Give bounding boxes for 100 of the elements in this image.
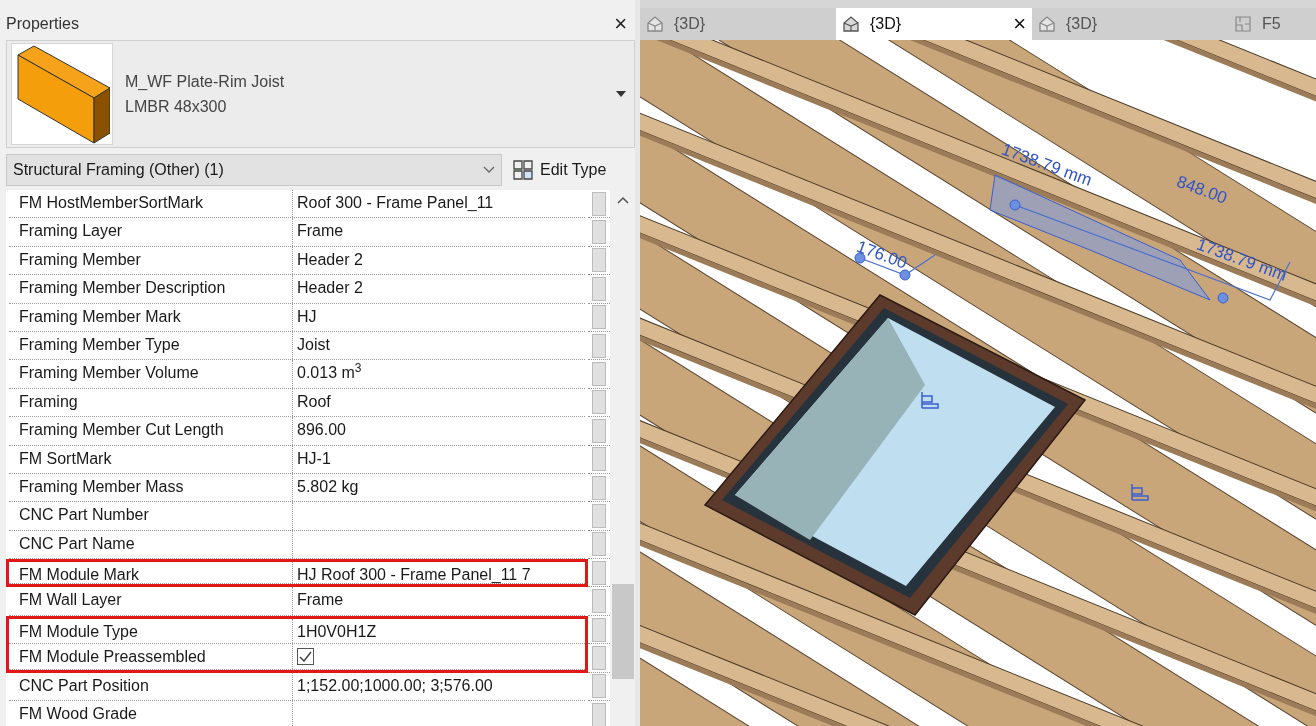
scroll-up-icon [616, 196, 629, 204]
parameter-button[interactable] [592, 276, 606, 301]
scrollbar-thumb[interactable] [611, 584, 634, 679]
property-value[interactable]: Joist [293, 331, 585, 360]
property-value[interactable]: Frame [293, 587, 585, 615]
view-tab[interactable]: F5 [1228, 8, 1316, 40]
view-tab[interactable]: {3D} [640, 8, 836, 40]
dimension-label: 848.00 [1174, 172, 1230, 208]
property-row[interactable]: FM HostMemberSortMark Roof 300 - Frame Panel_11 [6, 190, 588, 219]
property-name: FM Module Type [9, 618, 293, 644]
property-name: FM Module Mark [9, 562, 293, 584]
property-name: FM HostMemberSortMark [9, 190, 293, 218]
property-name: Framing Member Description [9, 275, 293, 303]
parameter-button[interactable] [592, 447, 606, 472]
property-row[interactable]: CNC Part Position 1;152.00;1000.00; 3;576.00 [6, 672, 588, 702]
edit-type-button[interactable]: Edit Type [512, 158, 607, 182]
parameter-button[interactable] [592, 617, 606, 642]
property-value[interactable]: HJ-1 [293, 445, 585, 473]
dropdown-arrow-icon [616, 91, 626, 97]
parameter-button[interactable] [592, 220, 606, 245]
property-name: Framing Member Mass [9, 473, 293, 502]
property-row[interactable]: Framing Roof [6, 388, 588, 418]
property-value[interactable]: Frame [293, 218, 585, 246]
view-tab[interactable]: {3D} × [836, 8, 1032, 40]
property-row[interactable]: FM SortMark HJ-1 [6, 445, 588, 474]
property-value[interactable]: 5.802 kg [293, 473, 585, 502]
property-name: Framing Member Cut Length [9, 417, 293, 445]
parameter-button[interactable] [592, 589, 606, 614]
property-name: Framing [9, 388, 293, 417]
3d-view-icon [1038, 15, 1056, 33]
highlighted-row[interactable]: FM Module Preassembled [6, 644, 588, 673]
property-name: Framing Member Type [9, 331, 293, 360]
panel-title: Properties [6, 14, 79, 34]
property-value[interactable]: Header 2 [293, 246, 585, 275]
checkbox[interactable] [297, 647, 314, 665]
property-row[interactable]: Framing Layer Frame [6, 218, 588, 247]
property-value[interactable]: Header 2 [293, 275, 585, 303]
parameter-button[interactable] [592, 475, 606, 500]
property-row[interactable]: Framing Member Type Joist [6, 331, 588, 361]
property-value[interactable]: Roof 300 - Frame Panel_11 [293, 190, 585, 218]
property-value[interactable]: Roof [293, 388, 585, 417]
chevron-down-icon [483, 166, 495, 174]
parameter-button[interactable] [592, 191, 606, 216]
close-tab-button[interactable]: × [1013, 13, 1026, 35]
property-value[interactable]: HJ Roof 300 - Frame Panel_11 7 [293, 562, 585, 584]
property-row[interactable]: Framing Member Description Header 2 [6, 275, 588, 304]
property-row[interactable]: Framing Member Mass 5.802 kg [6, 473, 588, 503]
property-name: Framing Layer [9, 218, 293, 246]
property-row[interactable]: CNC Part Number [6, 502, 588, 531]
property-row[interactable]: CNC Part Name [6, 530, 588, 560]
property-row[interactable]: FM Wood Grade [6, 701, 588, 726]
family-name: M_WF Plate-Rim Joist [125, 72, 286, 92]
parameter-button[interactable] [592, 418, 606, 443]
parameter-button[interactable] [592, 390, 606, 415]
scrollbar[interactable] [610, 190, 635, 726]
parameter-button[interactable] [592, 504, 606, 528]
parameter-button[interactable] [592, 305, 606, 330]
checkmark-icon [299, 650, 312, 662]
property-value[interactable]: HJ [293, 303, 585, 331]
property-name: CNC Part Number [9, 502, 293, 530]
property-name: Framing Member Mark [9, 303, 293, 331]
parameter-button[interactable] [592, 645, 606, 670]
property-name: FM Wood Grade [9, 701, 293, 726]
highlighted-row[interactable]: FM Module Mark HJ Roof 300 - Frame Panel_11 7 [6, 559, 588, 588]
property-value[interactable]: 896.00 [293, 417, 585, 445]
highlighted-row[interactable]: FM Module Type 1H0V0H1Z [6, 615, 588, 645]
property-name: Framing Member [9, 246, 293, 275]
edit-type-icon [512, 159, 534, 181]
floor-plan-icon [1234, 15, 1252, 33]
dimension-label: 176.00 [854, 237, 910, 273]
type-selector[interactable]: M_WF Plate-Rim Joist LMBR 48x300 [6, 40, 635, 148]
property-name: CNC Part Position [9, 672, 293, 701]
property-value[interactable]: 1H0V0H1Z [293, 618, 585, 644]
3d-view-icon [842, 15, 860, 33]
property-row[interactable]: Framing Member Mark HJ [6, 303, 588, 332]
property-row[interactable]: Framing Member Volume 0.013 m$^{3}$ [6, 360, 588, 389]
element-marker-icon [1131, 483, 1149, 501]
property-name: Framing Member Volume [9, 360, 293, 388]
type-name: LMBR 48x300 [125, 97, 228, 117]
parameter-button[interactable] [592, 560, 606, 585]
view-tab[interactable]: {3D} [1032, 8, 1228, 40]
close-button[interactable]: × [614, 13, 627, 35]
property-row[interactable]: Framing Member Header 2 [6, 246, 588, 276]
property-name: FM SortMark [9, 445, 293, 473]
property-name: FM Wall Layer [9, 587, 293, 615]
parameter-button[interactable] [592, 333, 606, 358]
property-name: CNC Part Name [9, 530, 293, 559]
property-row[interactable]: FM Wall Layer Frame [6, 587, 588, 616]
parameter-button[interactable] [592, 362, 606, 387]
3d-view-icon [646, 15, 664, 33]
element-marker-icon [921, 391, 939, 409]
property-value[interactable]: 0.013 m$^{3}$ [293, 360, 585, 388]
parameter-button[interactable] [592, 248, 606, 273]
property-name: FM Module Preassembled [9, 644, 293, 669]
category-filter-dropdown[interactable]: Structural Framing (Other) (1) [6, 154, 502, 186]
parameter-button[interactable] [592, 674, 606, 699]
parameter-button[interactable] [592, 532, 606, 557]
property-value[interactable]: 1;152.00;1000.00; 3;576.00 [293, 672, 585, 701]
property-row[interactable]: Framing Member Cut Length 896.00 [6, 417, 588, 446]
parameter-button[interactable] [592, 702, 606, 726]
